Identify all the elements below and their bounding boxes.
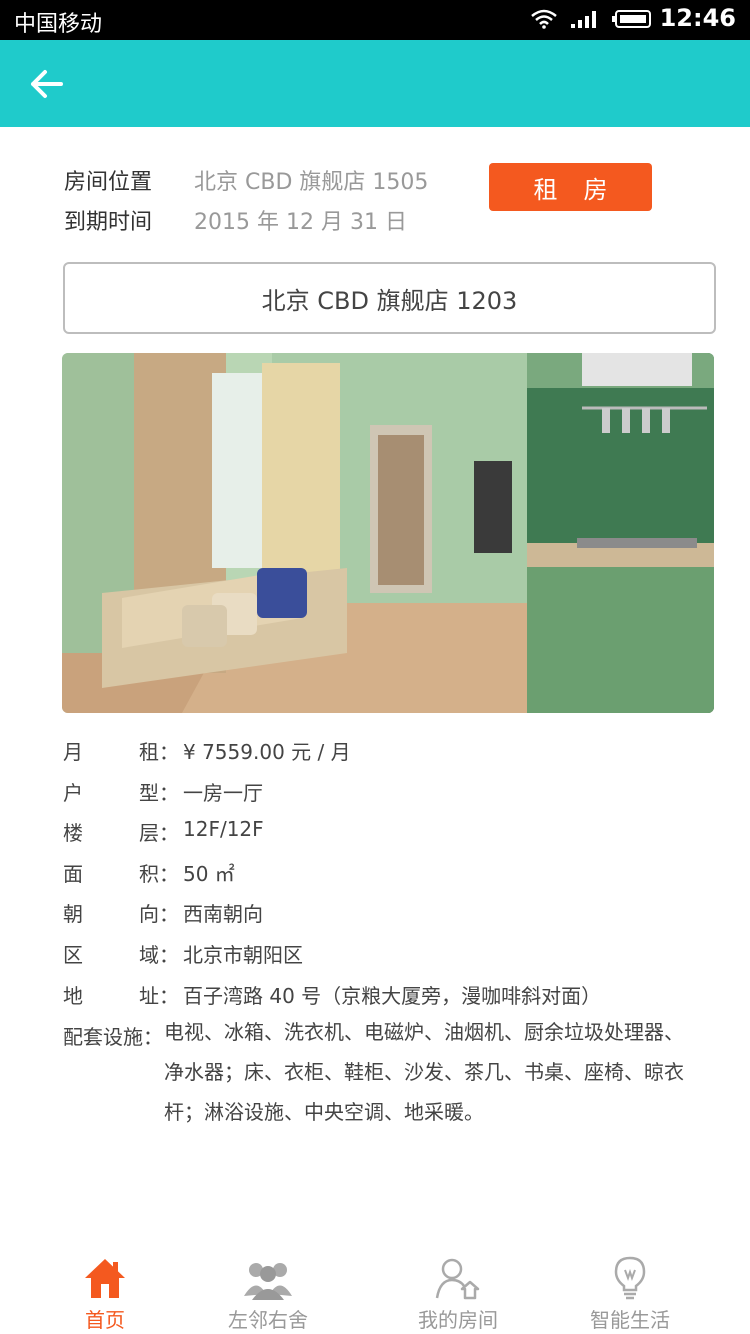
tab-my-room[interactable]: 我的房间 — [383, 1250, 533, 1333]
status-time: 12:46 — [659, 4, 736, 32]
location-value: 北京 CBD 旗舰店 1505 — [194, 170, 429, 195]
neighbors-icon — [244, 1263, 292, 1300]
room-selector-value: 北京 CBD 旗舰店 1203 — [261, 286, 518, 315]
district-value: 北京市朝阳区 — [183, 943, 303, 967]
carrier-name: 中国移动 — [14, 12, 103, 37]
facilities-text: 电视、冰箱、洗衣机、电磁炉、油烟机、厨余垃圾处理器、 净水器；床、衣柜、鞋柜、沙… — [164, 1020, 684, 1124]
location-label: 房间位置 — [64, 170, 153, 195]
room-photo — [62, 353, 714, 713]
battery-icon — [612, 10, 651, 28]
lightbulb-icon — [614, 1256, 646, 1300]
tab-home[interactable]: 首页 — [30, 1250, 180, 1333]
wifi-icon — [531, 9, 557, 29]
detail-address: 地址：百子湾路 40 号（京粮大厦旁，漫咖啡斜对面） — [63, 980, 601, 1009]
rent-value: ¥ 7559.00 元 / 月 — [183, 740, 351, 764]
status-icons — [530, 9, 652, 29]
detail-rent: 月租： ¥ 7559.00 元 / 月 — [63, 736, 351, 765]
detail-layout: 户型：一房一厅 — [63, 777, 263, 806]
bottom-tab-bar: 首页 左邻右舍 我的房间 智能生活 — [0, 1240, 750, 1334]
tab-neighbors[interactable]: 左邻右舍 — [193, 1250, 343, 1333]
my-room-icon — [435, 1258, 480, 1300]
orientation-value: 西南朝向 — [183, 902, 263, 926]
address-value: 百子湾路 40 号（京粮大厦旁，漫咖啡斜对面） — [183, 984, 602, 1008]
room-selector[interactable]: 北京 CBD 旗舰店 1203 — [63, 262, 716, 334]
status-bar: 中国移动 12:46 — [0, 0, 750, 40]
detail-area: 面积： 50 ㎡ — [63, 858, 235, 887]
tab-my-room-label: 我的房间 — [418, 1308, 498, 1332]
detail-floor: 楼层： 12F/12F — [63, 817, 264, 845]
detail-orientation: 朝向：西南朝向 — [63, 898, 263, 927]
tab-neighbors-label: 左邻右舍 — [228, 1308, 308, 1332]
tab-smart-life[interactable]: 智能生活 — [555, 1250, 705, 1333]
expiry-value: 2015 年 12 月 31 日 — [194, 210, 407, 235]
expiry-label: 到期时间 — [64, 210, 153, 235]
signal-icon — [571, 11, 596, 28]
facilities-label: 配套设施： — [63, 1025, 163, 1049]
back-button[interactable] — [22, 62, 70, 106]
home-icon — [85, 1259, 125, 1298]
layout-value: 一房一厅 — [183, 781, 263, 805]
arrow-left-icon — [31, 70, 63, 98]
tab-smart-life-label: 智能生活 — [590, 1308, 670, 1332]
area-value: 50 ㎡ — [183, 862, 235, 886]
rent-button[interactable]: 租房 — [489, 163, 652, 211]
app-bar — [0, 40, 750, 127]
tab-home-label: 首页 — [85, 1308, 125, 1332]
detail-district: 区域：北京市朝阳区 — [63, 939, 303, 968]
floor-value: 12F/12F — [183, 817, 264, 841]
